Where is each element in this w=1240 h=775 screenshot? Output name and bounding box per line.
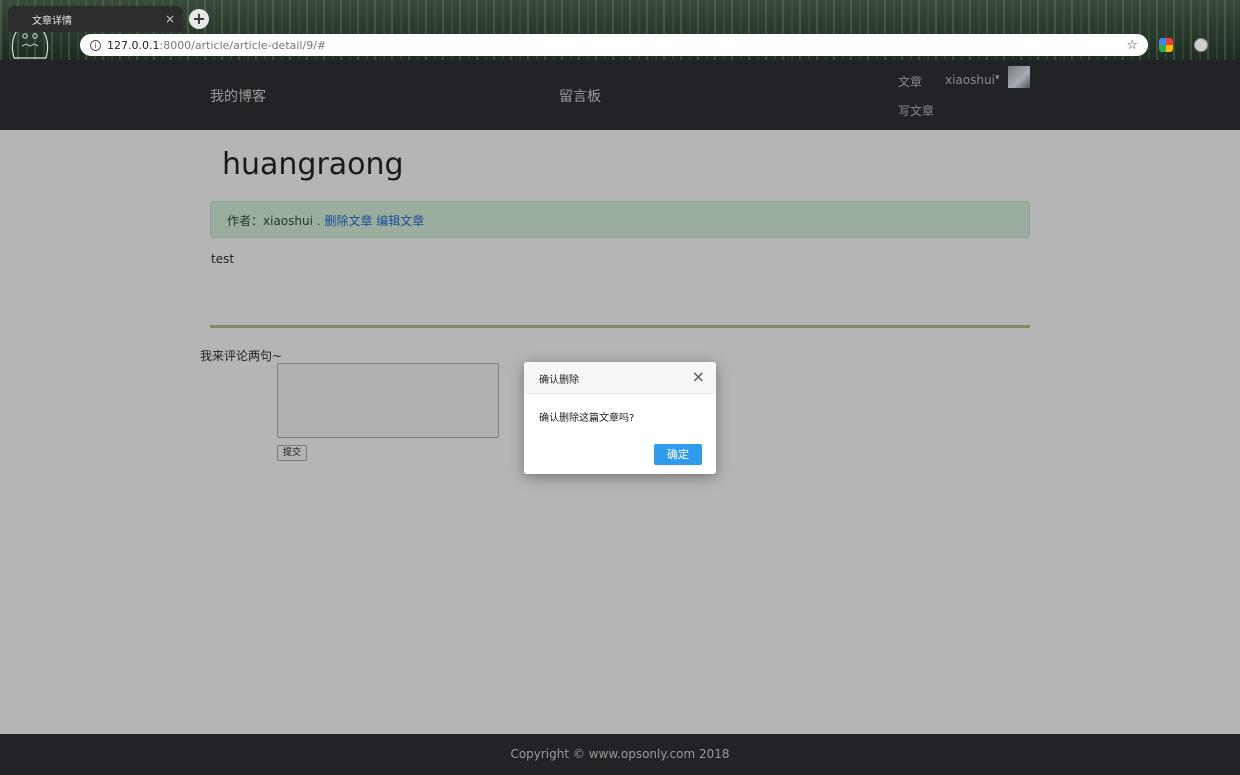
avatar[interactable]: [1008, 66, 1030, 88]
author-bar: 作者：xiaoshui . 删除文章 编辑文章: [210, 201, 1030, 238]
author-separator: .: [316, 214, 321, 228]
nav-guestbook[interactable]: 留言板: [559, 86, 601, 106]
browser-tab[interactable]: 文章详情 ×: [8, 6, 183, 32]
footer: Copyright © www.opsonly.com 2018: [0, 734, 1240, 775]
edit-article-link[interactable]: 编辑文章: [376, 214, 424, 228]
tab-title: 文章详情: [32, 15, 72, 27]
modal-title: 确认删除: [539, 375, 579, 386]
close-icon[interactable]: ×: [692, 368, 705, 386]
modal-message: 确认删除这篇文章吗?: [539, 413, 635, 424]
nav-write-article[interactable]: 写文章: [898, 102, 934, 119]
author-name: xiaoshui: [263, 214, 313, 228]
url-path: :8000/article/article-detail/9/#: [159, 38, 327, 52]
nav-article[interactable]: 文章: [898, 73, 922, 90]
modal-header: 确认删除 ×: [524, 362, 716, 394]
browser-chrome: 文章详情 × + i 127.0.0.1 :8000/article/artic…: [0, 0, 1240, 60]
star-icon[interactable]: ☆: [1126, 38, 1138, 53]
confirm-delete-modal: 确认删除 × 确认删除这篇文章吗? 确定: [524, 362, 716, 474]
comment-label: 我来评论两句~: [200, 349, 283, 363]
info-icon[interactable]: i: [90, 39, 101, 51]
address-bar[interactable]: i 127.0.0.1 :8000/article/article-detail…: [80, 34, 1148, 56]
article-body: test: [211, 252, 235, 266]
url-host: 127.0.0.1: [107, 38, 160, 52]
profile-icon[interactable]: [1194, 38, 1208, 52]
submit-comment-button[interactable]: 提交: [277, 445, 307, 461]
confirm-button[interactable]: 确定: [654, 444, 702, 465]
article-title: huangraong: [222, 147, 404, 182]
site-navbar: 我的博客 留言板 文章 xiaoshui ▾ 写文章: [0, 60, 1240, 130]
divider: [210, 325, 1030, 328]
nav-brand[interactable]: 我的博客: [210, 86, 266, 106]
footer-copyright: Copyright © www.opsonly.com 2018: [510, 747, 730, 761]
new-tab-button[interactable]: +: [189, 9, 209, 29]
extension-icon[interactable]: [1159, 38, 1173, 52]
nav-user-menu[interactable]: xiaoshui: [945, 73, 995, 87]
comment-textarea[interactable]: [277, 363, 499, 438]
chevron-down-icon[interactable]: ▾: [995, 73, 1000, 83]
tab-close-icon[interactable]: ×: [165, 12, 175, 26]
author-prefix: 作者：: [227, 214, 264, 228]
delete-article-link[interactable]: 删除文章: [324, 214, 372, 228]
